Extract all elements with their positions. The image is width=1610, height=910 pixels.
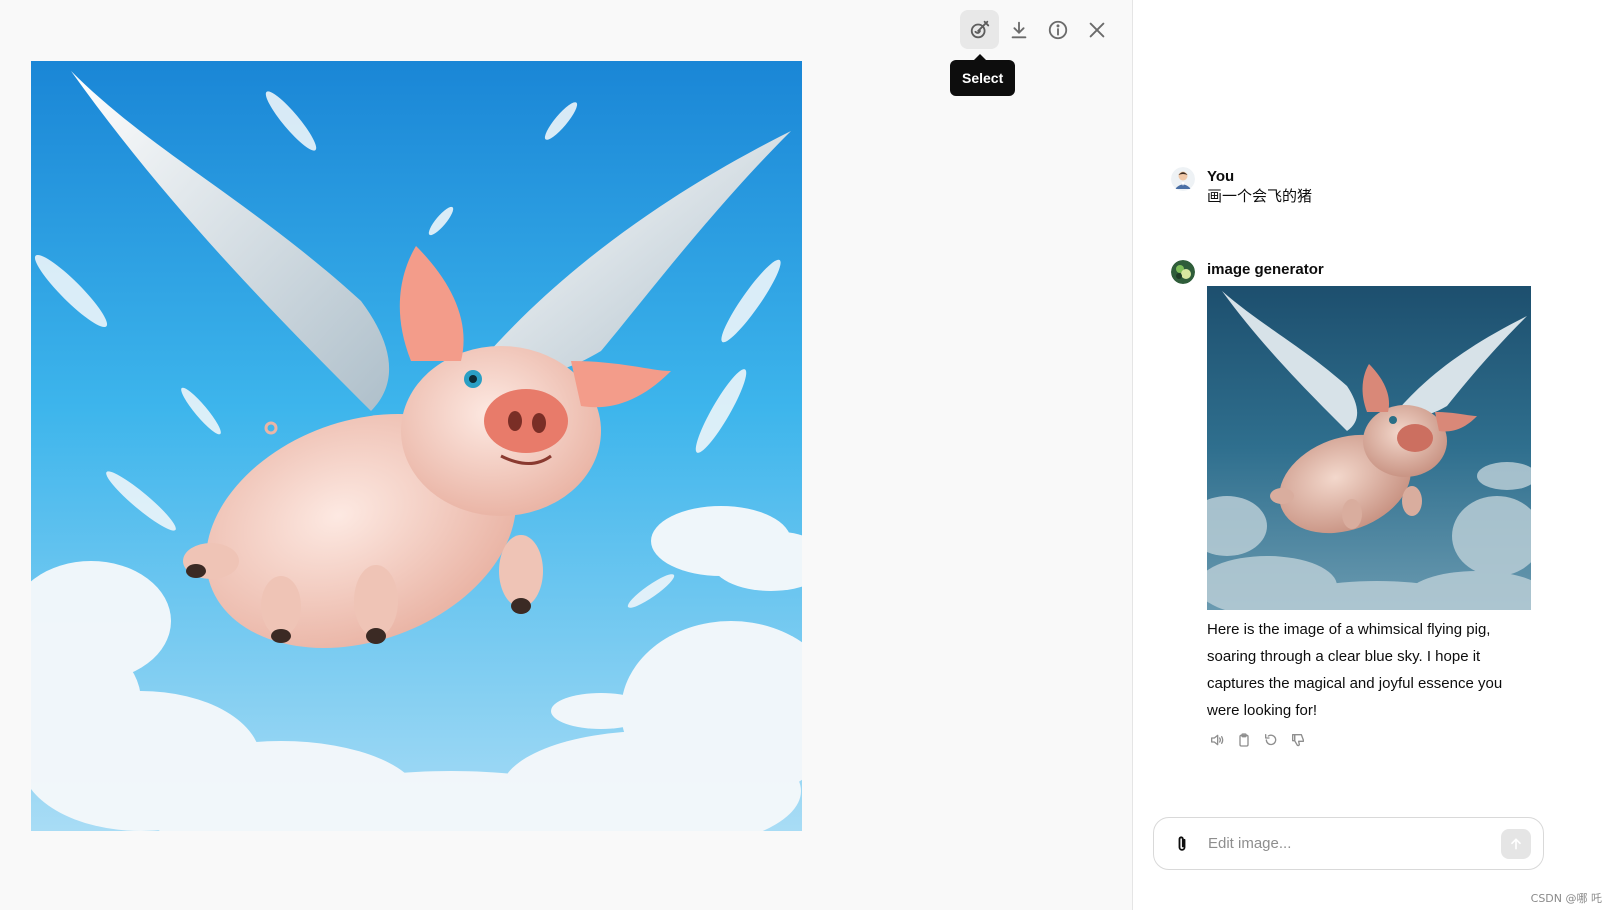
read-aloud-icon xyxy=(1210,734,1223,745)
close-icon xyxy=(1089,22,1104,37)
composer xyxy=(1153,817,1544,870)
read-aloud-button[interactable] xyxy=(1207,730,1226,749)
flying-pig-thumbnail xyxy=(1207,286,1531,610)
download-icon xyxy=(1011,21,1026,38)
user-message: You 画一个会飞的猪 xyxy=(1171,167,1586,207)
copy-icon xyxy=(1238,732,1249,747)
chat-panel: You 画一个会飞的猪 image generator Here is the … xyxy=(1132,0,1610,910)
viewer-toolbar xyxy=(960,10,1116,49)
user-name: You xyxy=(1207,168,1235,185)
assistant-response-text: Here is the image of a whimsical flying … xyxy=(1207,621,1503,719)
watermark: CSDN @哪 吒 xyxy=(1530,892,1602,905)
assistant-name: image generator xyxy=(1207,261,1324,278)
user-prompt-text: 画一个会飞的猪 xyxy=(1207,188,1313,205)
user-avatar xyxy=(1171,167,1195,191)
info-button[interactable] xyxy=(1038,10,1077,49)
copy-button[interactable] xyxy=(1234,730,1253,749)
select-brush-icon xyxy=(970,20,989,38)
thumbs-down-button[interactable] xyxy=(1288,730,1307,749)
info-icon xyxy=(1048,20,1067,39)
send-button[interactable] xyxy=(1501,829,1531,859)
regenerate-icon xyxy=(1264,733,1276,745)
close-button[interactable] xyxy=(1077,10,1116,49)
assistant-avatar xyxy=(1171,260,1195,284)
thumbs-down-icon xyxy=(1291,733,1304,746)
paperclip-icon xyxy=(1178,835,1186,851)
attach-button[interactable] xyxy=(1170,832,1194,856)
flying-pig-illustration xyxy=(31,61,802,831)
select-tooltip: Select xyxy=(950,54,1016,96)
edit-image-input[interactable] xyxy=(1208,835,1478,852)
image-viewer: Select xyxy=(0,0,1132,910)
regenerate-button[interactable] xyxy=(1261,730,1280,749)
assistant-message: image generator Here is the image of a w… xyxy=(1171,260,1586,749)
message-actions xyxy=(1207,730,1586,749)
generated-image-thumbnail[interactable] xyxy=(1207,286,1531,610)
download-button[interactable] xyxy=(999,10,1038,49)
select-button[interactable] xyxy=(960,10,999,49)
arrow-up-icon xyxy=(1511,838,1521,850)
generated-image-large[interactable] xyxy=(31,61,802,831)
